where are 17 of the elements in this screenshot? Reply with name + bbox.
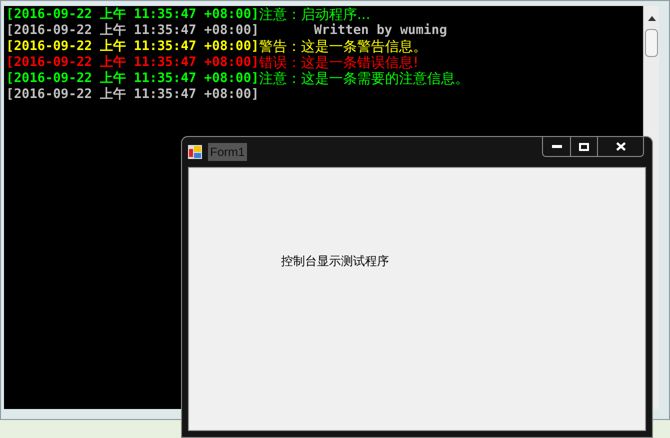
window-title: Form1 (208, 143, 247, 161)
close-icon (616, 142, 626, 151)
log-timestamp: [2016-09-22 上午 11:35:47 +08:00] (6, 55, 259, 71)
log-timestamp: [2016-09-22 上午 11:35:47 +08:00] (6, 7, 259, 23)
form-label: 控制台显示测试程序 (281, 254, 389, 268)
log-timestamp: [2016-09-22 上午 11:35:47 +08:00] (6, 71, 259, 87)
log-message: 注意：启动程序... (258, 7, 370, 23)
app-icon (188, 145, 202, 159)
scroll-up-icon[interactable] (648, 16, 656, 21)
log-message: 警告：这是一条警告信息。 (258, 39, 427, 55)
scroll-thumb[interactable] (645, 29, 658, 57)
credit-text: Written by wuming (314, 23, 448, 39)
log-message: 注意：这是一条需要的注意信息。 (258, 71, 469, 87)
log-timestamp: [2016-09-22 上午 11:35:47 +08:00] (6, 39, 259, 55)
log-timestamp: [2016-09-22 上午 11:35:47 +08:00] (6, 87, 259, 103)
log-message: 错误：这是一条错误信息! (258, 55, 419, 71)
log-timestamp: [2016-09-22 上午 11:35:47 +08:00] (6, 23, 259, 39)
